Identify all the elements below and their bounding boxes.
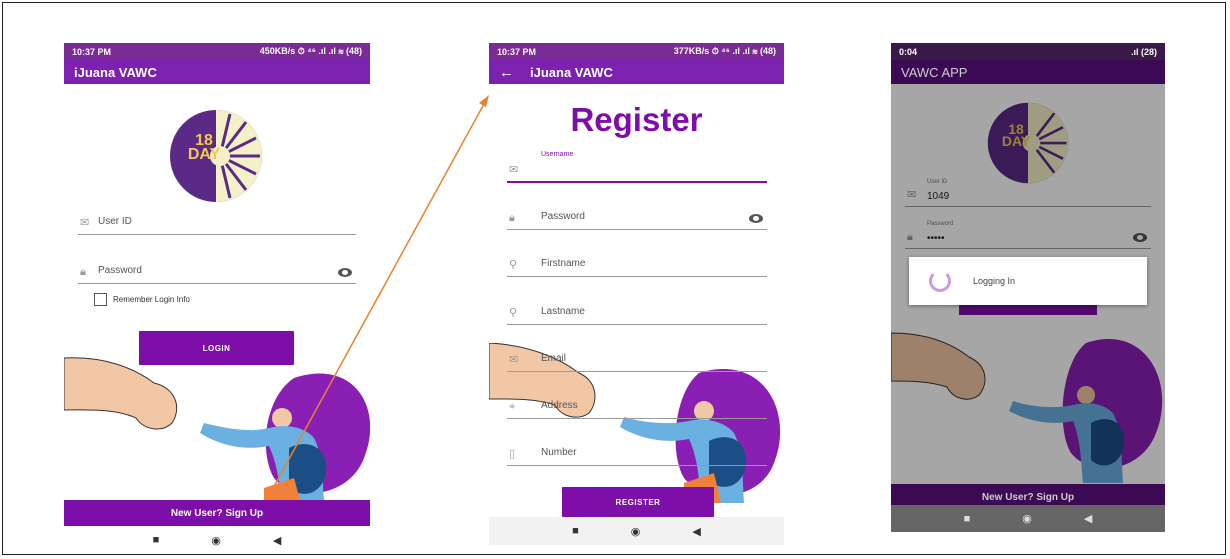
flow-arrow	[271, 95, 489, 491]
